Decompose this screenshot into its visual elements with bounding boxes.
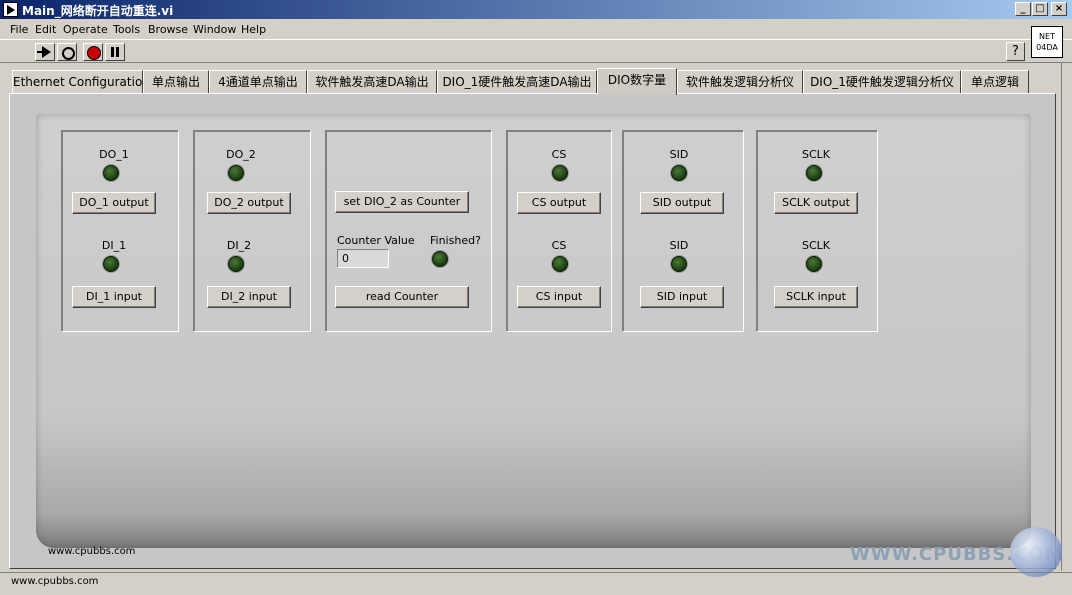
- tab-dio-digital[interactable]: DIO数字量: [597, 68, 677, 95]
- tab-single-point-logic[interactable]: 单点逻辑: [961, 70, 1029, 94]
- run-icon[interactable]: [35, 43, 55, 61]
- vertical-scrollbar[interactable]: [1061, 63, 1072, 571]
- sid-output-button[interactable]: SID output: [640, 192, 724, 214]
- sclk-out-label: SCLK: [801, 148, 830, 161]
- tab-page-dio: www.cpubbs.com DO_1 DO_1 output DI_1 DI_…: [9, 93, 1056, 569]
- status-bar: www.cpubbs.com: [0, 572, 1072, 595]
- tab-software-trigger-da[interactable]: 软件触发高速DA输出: [307, 70, 437, 94]
- tab-software-trigger-logic-analyzer[interactable]: 软件触发逻辑分析仪: [677, 70, 803, 94]
- di2-input-button[interactable]: DI_2 input: [207, 286, 291, 308]
- labview-vi-icon: [3, 2, 18, 17]
- finished-led: [432, 251, 448, 267]
- toolbar: [0, 39, 1072, 63]
- menu-tools[interactable]: Tools: [113, 23, 140, 36]
- abort-icon[interactable]: [83, 43, 103, 61]
- do2-label: DO_2: [226, 148, 256, 161]
- sid-in-label: SID: [669, 239, 689, 252]
- menu-help[interactable]: Help: [241, 23, 266, 36]
- maximize-button[interactable]: □: [1032, 2, 1048, 16]
- cs-out-led: [552, 165, 568, 181]
- do1-label: DO_1: [99, 148, 129, 161]
- counter-value-label: Counter Value: [337, 234, 415, 247]
- panel-credit: www.cpubbs.com: [48, 546, 136, 557]
- counter-value-display: 0: [337, 249, 389, 268]
- group-sclk: SCLK SCLK output SCLK SCLK input: [756, 130, 878, 332]
- window-title: Main_网络断开自动重连.vi: [22, 4, 174, 18]
- status-text: www.cpubbs.com: [11, 576, 99, 587]
- sid-input-button[interactable]: SID input: [640, 286, 724, 308]
- sclk-in-label: SCLK: [801, 239, 830, 252]
- sid-out-led: [671, 165, 687, 181]
- sid-out-label: SID: [669, 148, 689, 161]
- tab-4ch-single-point-output[interactable]: 4通道单点输出: [209, 70, 307, 94]
- sclk-input-button[interactable]: SCLK input: [774, 286, 858, 308]
- tab-dio1-hardware-trigger-da[interactable]: DIO_1硬件触发高速DA输出: [437, 70, 597, 94]
- group-do1: DO_1 DO_1 output DI_1 DI_1 input: [61, 130, 179, 332]
- group-do2: DO_2 DO_2 output DI_2 DI_2 input: [193, 130, 311, 332]
- di2-led: [228, 256, 244, 272]
- menu-operate[interactable]: Operate: [63, 23, 108, 36]
- vi-connector-icon: NET 04DA: [1031, 26, 1063, 58]
- pause-icon[interactable]: [105, 43, 125, 61]
- group-cs: CS CS output CS CS input: [506, 130, 612, 332]
- menu-browse[interactable]: Browse: [148, 23, 188, 36]
- title-bar: Main_网络断开自动重连.vi _ □ ×: [0, 0, 1072, 19]
- cs-in-label: CS: [551, 239, 567, 252]
- set-counter-button[interactable]: set DIO_2 as Counter: [335, 191, 469, 213]
- di1-input-button[interactable]: DI_1 input: [72, 286, 156, 308]
- vi-icon-line2: 04DA: [1036, 43, 1058, 52]
- di1-led: [103, 256, 119, 272]
- vi-icon-line1: NET: [1039, 32, 1055, 41]
- menu-edit[interactable]: Edit: [35, 23, 56, 36]
- menu-bar: File Edit Operate Tools Browse Window He…: [0, 20, 1072, 39]
- di1-label: DI_1: [101, 239, 127, 252]
- read-counter-button[interactable]: read Counter: [335, 286, 469, 308]
- do2-led: [228, 165, 244, 181]
- do1-led: [103, 165, 119, 181]
- do2-output-button[interactable]: DO_2 output: [207, 192, 291, 214]
- cs-in-led: [552, 256, 568, 272]
- close-button[interactable]: ×: [1051, 2, 1067, 16]
- group-counter: set DIO_2 as Counter Counter Value 0 Fin…: [325, 130, 492, 332]
- help-button[interactable]: ?: [1006, 42, 1025, 61]
- tab-single-point-output[interactable]: 单点输出: [143, 70, 209, 94]
- sid-in-led: [671, 256, 687, 272]
- sclk-in-led: [806, 256, 822, 272]
- di2-label: DI_2: [226, 239, 252, 252]
- cs-output-button[interactable]: CS output: [517, 192, 601, 214]
- menu-window[interactable]: Window: [193, 23, 236, 36]
- finished-label: Finished?: [430, 234, 481, 247]
- sclk-output-button[interactable]: SCLK output: [774, 192, 858, 214]
- minimize-button[interactable]: _: [1015, 2, 1031, 16]
- run-continuously-icon[interactable]: [57, 43, 77, 61]
- tab-ethernet-configuration[interactable]: Ethernet Configuration: [12, 70, 150, 94]
- cs-input-button[interactable]: CS input: [517, 286, 601, 308]
- cs-out-label: CS: [551, 148, 567, 161]
- globe-icon: [1010, 527, 1062, 577]
- tab-dio1-hardware-trigger-logic-analyzer[interactable]: DIO_1硬件触发逻辑分析仪: [803, 70, 961, 94]
- sclk-out-led: [806, 165, 822, 181]
- do1-output-button[interactable]: DO_1 output: [72, 192, 156, 214]
- group-sid: SID SID output SID SID input: [622, 130, 744, 332]
- menu-file[interactable]: File: [10, 23, 28, 36]
